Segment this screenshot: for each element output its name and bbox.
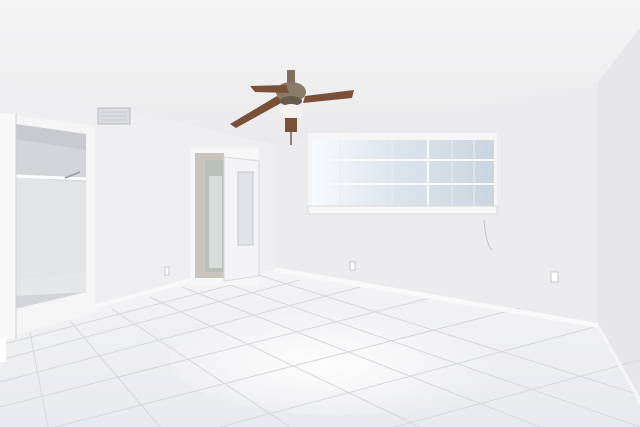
bathroom-doorway bbox=[190, 148, 260, 285]
floor-reflection bbox=[170, 305, 510, 415]
air-vent bbox=[97, 107, 131, 125]
room-scene bbox=[0, 0, 640, 427]
left-door-frame-edge bbox=[0, 338, 6, 362]
door-glass-panel bbox=[237, 171, 254, 246]
window bbox=[307, 133, 498, 215]
closet-doorway bbox=[0, 113, 95, 339]
empty-room-photo bbox=[0, 0, 640, 427]
